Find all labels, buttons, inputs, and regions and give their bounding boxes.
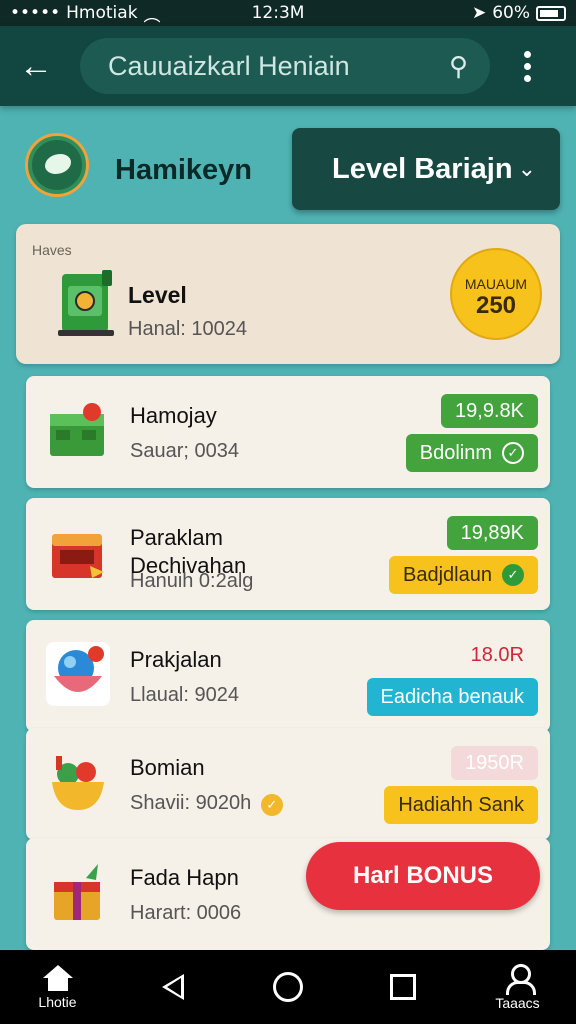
action-button[interactable]: Hadiahh Sank [384,786,538,824]
bonus-button[interactable]: Harl BONUS [306,842,540,910]
check-circle-icon: ✓ [502,564,524,586]
back-arrow-icon[interactable]: ← [14,44,58,88]
nav-profile-label: Taaacs [495,994,540,1011]
battery-icon [536,5,566,21]
price-badge: 19,89K [446,516,538,550]
home-icon [42,964,73,991]
nav-home[interactable]: Lhotie [0,950,115,1024]
price-badge: 1950R [451,746,538,780]
signal-icon: ••••• [10,3,61,23]
section-label: Haves [32,242,72,258]
recents-square-icon [389,974,416,1000]
nav-profile[interactable]: Taaacs [460,950,575,1024]
nav-back[interactable] [115,950,230,1024]
item-subtitle: Hanuih 0:2alg [130,570,254,592]
search-text[interactable]: Cauuaizkarl Heniain [108,51,449,82]
list-item[interactable]: Hamojay Sauar; 0034 19,9.8K Bdolinm ✓ [26,376,550,488]
battery-percent: 60% [492,3,530,23]
red-chest-icon [52,534,104,578]
blue-orb-bowl-icon [46,642,110,706]
item-name: Bomian [130,755,205,780]
carrier-name: Hmotiak [66,3,138,23]
status-time: 12:3M [251,3,305,23]
more-vert-icon[interactable] [512,50,542,82]
item-name: Hamojay [130,403,217,428]
card-subtitle: Hanal: 10024 [128,318,247,340]
app-bar: ← Cauuaizkarl Heniain ⚲ [0,26,576,106]
fruit-bowl-icon [52,756,104,810]
search-bar[interactable]: Cauuaizkarl Heniain ⚲ [80,38,490,94]
badge-text: MAUAUM [464,276,528,292]
location-icon: ➤ [471,3,487,23]
price-badge: 19,9.8K [441,394,538,428]
nav-recents[interactable] [345,950,460,1024]
home-circle-icon [272,972,303,1002]
action-label: Eadicha benauk [380,685,524,708]
item-subtitle: Llaual: 9024 [130,684,239,706]
action-label: Hadiahh Sank [398,793,524,816]
back-triangle-icon [161,974,184,1000]
status-bar: ••••• Hmotiak ︵ 12:3M ➤ 60% [0,0,576,26]
action-button[interactable]: Eadicha benauk [366,678,538,716]
item-name: Fada Hapn [130,865,239,890]
item-name: Prakjalan [130,647,222,672]
user-icon [504,963,536,995]
list-item[interactable]: Fada Hapn Harart: 0006 Harl BONUS [26,838,550,950]
list-item[interactable]: Prakjalan Llaual: 9024 18.0R Eadicha ben… [26,620,550,732]
wifi-icon: ︵ [143,5,161,26]
list-item[interactable]: Bomian Shavii: 9020h ✓ 1950R Hadiahh San… [26,728,550,840]
locker-icon [58,270,114,336]
action-button[interactable]: Badjdlaun ✓ [389,556,538,594]
badge-value: 250 [475,292,517,319]
brand-name: Hamikeyn [115,154,253,186]
green-crate-icon [50,403,104,456]
price-text: 18.0R [470,643,524,666]
item-subtitle: Shavii: 9020h ✓ [130,792,283,816]
level-dropdown-label: Level Bariajn [332,152,513,185]
brand-logo-icon [28,136,86,194]
card-title: Level [128,282,187,308]
check-circle-icon: ✓ [260,794,283,816]
chevron-down-icon: ⌄ [517,156,536,181]
search-icon[interactable]: ⚲ [449,51,468,82]
item-subtitle: Harart: 0006 [130,902,242,924]
level-summary-card[interactable]: Haves Level Hanal: 10024 MAUAUM 250 [16,224,560,364]
item-subtitle-text: Shavii: 9020h [130,792,252,814]
item-subtitle: Sauar; 0034 [130,440,239,462]
level-badge: MAUAUM 250 [450,248,542,340]
nav-home-label: Lhotie [38,993,77,1010]
level-dropdown[interactable]: Level Bariajn ⌄ [292,128,560,210]
header-row: Hamikeyn Level Bariajn ⌄ [0,118,576,222]
action-label: Badjdlaun [403,563,492,586]
action-label: Bdolinm [419,441,492,464]
gift-box-icon [54,864,100,920]
action-button[interactable]: Bdolinm ✓ [405,434,538,472]
check-circle-icon: ✓ [502,442,524,464]
list-item[interactable]: Paraklam Dechivahan Hanuih 0:2alg 19,89K… [26,498,550,610]
nav-home-circle[interactable] [230,950,345,1024]
bottom-nav: Lhotie Taaacs [0,950,576,1024]
